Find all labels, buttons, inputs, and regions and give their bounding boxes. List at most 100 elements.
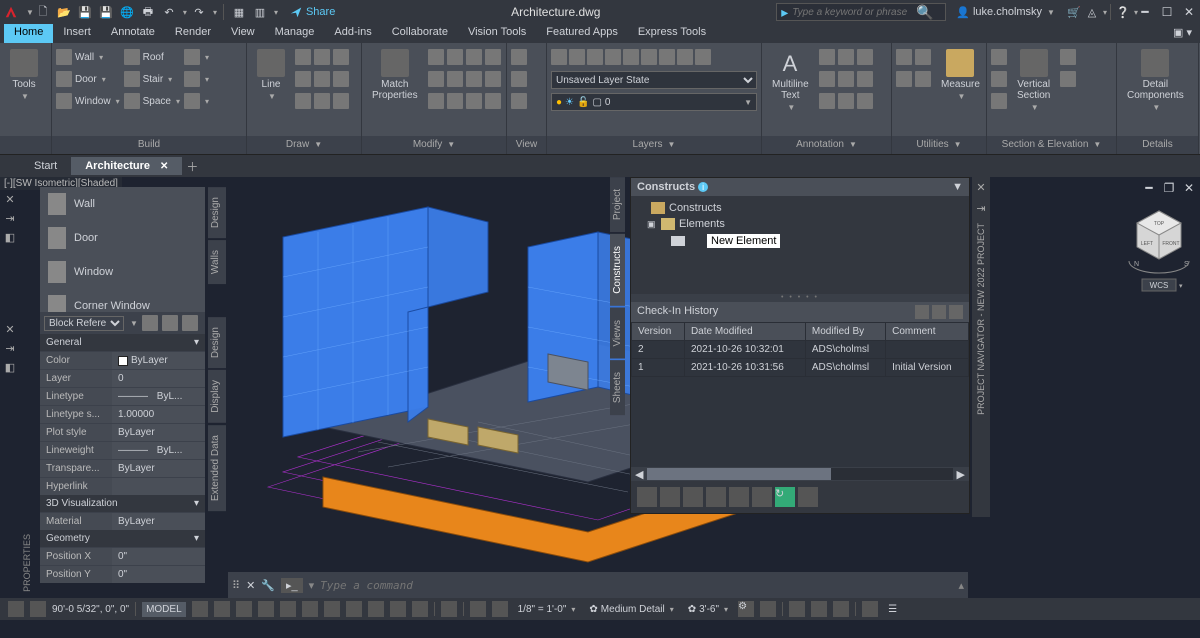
panel-label-section[interactable]: Section & Elevation▼ (987, 136, 1116, 154)
wall-button[interactable]: Wall▾ (56, 47, 120, 67)
prop-linetype[interactable]: Linetype——— ByL... (40, 387, 205, 405)
share-button[interactable]: Share (290, 6, 335, 18)
prop-ltscale[interactable]: Linetype s...1.00000 (40, 405, 205, 423)
sb-ann1-icon[interactable] (470, 601, 486, 617)
tree-elements[interactable]: ▣Elements (637, 216, 963, 232)
close-button[interactable]: ✕ (1182, 5, 1196, 19)
sb-iso-icon[interactable] (280, 601, 296, 617)
qat-extra2-icon[interactable]: ▥ (251, 3, 269, 21)
save-icon[interactable]: 💾 (76, 3, 94, 21)
prop-layer[interactable]: Layer0 (40, 369, 205, 387)
prop-hdr-ico1[interactable] (142, 315, 158, 331)
sb-x1-icon[interactable] (789, 601, 805, 617)
modify-r1[interactable] (428, 47, 501, 67)
checkin-ico2[interactable] (932, 305, 946, 319)
hist-scrollbar[interactable]: ◀▶ (631, 467, 969, 481)
prop-posx[interactable]: Position X0" (40, 547, 205, 565)
sb-scale1[interactable]: 1/8" = 1'-0"▾ (514, 602, 580, 617)
tab-annotate[interactable]: Annotate (101, 24, 165, 43)
sb-model-button[interactable]: MODEL (142, 602, 186, 617)
panel-label-draw[interactable]: Draw▼ (247, 136, 361, 154)
search-box[interactable]: ▸ 🔍 (776, 3, 946, 21)
panel-label-build[interactable]: Build (52, 136, 246, 154)
navrail-pin-icon[interactable]: ⇥ (976, 202, 985, 215)
nav-foot-2[interactable] (660, 487, 680, 507)
prop-section-general[interactable]: General▾ (40, 334, 205, 351)
prop-close-icon[interactable]: ✕ (5, 323, 14, 336)
sec-r3[interactable] (991, 91, 1007, 111)
draw-r1[interactable] (295, 47, 349, 67)
tools-button[interactable]: Tools▼ (4, 47, 44, 103)
prop-posy[interactable]: Position Y0" (40, 565, 205, 583)
nav-foot-5[interactable] (729, 487, 749, 507)
user-menu[interactable]: 👤 luke.cholmsky ▼ (956, 6, 1055, 19)
panel-label-annotation[interactable]: Annotation▼ (762, 136, 891, 154)
ribbon-expand-icon[interactable]: ▣ ▾ (1165, 24, 1200, 43)
layer-ico[interactable] (551, 49, 567, 65)
sec-r2[interactable] (991, 69, 1007, 89)
sb-ortho-icon[interactable] (236, 601, 252, 617)
anno-r2[interactable] (819, 69, 873, 89)
multiline-text-button[interactable]: AMultiline Text▼ (766, 47, 815, 114)
space-button[interactable]: Space▾ (124, 91, 180, 111)
nav-foot-refresh[interactable]: ↻ (775, 487, 795, 507)
sb-custom-icon[interactable]: ☰ (884, 602, 901, 617)
sb-osnap-icon[interactable] (302, 601, 318, 617)
sb-coords[interactable]: 90'-0 5/32", 0", 0" (52, 604, 129, 615)
draw-r3[interactable] (295, 91, 349, 111)
cart-icon[interactable]: 🛒 (1065, 3, 1083, 21)
col-version[interactable]: Version (632, 323, 685, 341)
panel-label-layers[interactable]: Layers▼ (547, 136, 761, 154)
tab-design-2[interactable]: Design (208, 317, 226, 368)
col-date[interactable]: Date Modified (684, 323, 805, 341)
search-input[interactable] (792, 7, 912, 18)
cmd-close-icon[interactable]: ✕ (246, 579, 255, 592)
tab-featuredapps[interactable]: Featured Apps (536, 24, 628, 43)
prop-hdr-ico3[interactable] (182, 315, 198, 331)
match-properties-button[interactable]: Match Properties (366, 47, 424, 103)
view-r3[interactable] (511, 91, 527, 111)
tab-collaborate[interactable]: Collaborate (382, 24, 458, 43)
navrail-close-icon[interactable]: ✕ (976, 181, 985, 194)
palette-window[interactable]: Window (40, 255, 205, 289)
anno-r3[interactable] (819, 91, 873, 111)
sb-monitor-icon[interactable] (760, 601, 776, 617)
door-button[interactable]: Door▾ (56, 69, 120, 89)
tab-project[interactable]: Project (610, 177, 625, 232)
tab-visiontools[interactable]: Vision Tools (458, 24, 536, 43)
sb-trans-icon[interactable] (412, 601, 428, 617)
sb-x2-icon[interactable] (811, 601, 827, 617)
tab-display[interactable]: Display (208, 370, 226, 423)
build-extra1[interactable]: ▾ (184, 47, 209, 67)
util-r1[interactable] (896, 47, 931, 67)
prop-selector[interactable]: Block Refere... (44, 316, 124, 331)
sb-layout-icon[interactable] (8, 601, 24, 617)
nav-foot-4[interactable] (706, 487, 726, 507)
anno-r1[interactable] (819, 47, 873, 67)
tab-constructs[interactable]: Constructs (610, 234, 625, 306)
tree-constructs[interactable]: Constructs (637, 200, 963, 216)
sb-polar-icon[interactable] (258, 601, 274, 617)
measure-button[interactable]: Measure▼ (935, 47, 986, 103)
sb-lw-icon[interactable] (390, 601, 406, 617)
vertical-section-button[interactable]: Vertical Section▼ (1011, 47, 1056, 114)
panel-label-details[interactable]: Details (1117, 136, 1198, 154)
nav-foot-6[interactable] (752, 487, 772, 507)
tab-insert[interactable]: Insert (53, 24, 101, 43)
cmd-grip-icon[interactable]: ⠿ (232, 579, 240, 592)
sb-layout2-icon[interactable] (30, 601, 46, 617)
tree-new-element[interactable]: New Element (637, 232, 963, 250)
sb-otrack-icon[interactable] (346, 601, 362, 617)
cmd-wrench-icon[interactable]: 🔧 (261, 579, 275, 592)
tab-render[interactable]: Render (165, 24, 221, 43)
sec-x1[interactable] (1060, 47, 1076, 67)
splitter[interactable]: • • • • • (631, 294, 969, 302)
panel-label-view[interactable]: View (507, 136, 546, 154)
col-comment[interactable]: Comment (886, 323, 969, 341)
sb-detail[interactable]: ✿ Medium Detail▾ (585, 602, 677, 617)
minimize-button[interactable]: ━ (1138, 5, 1152, 19)
palette-dock-icon[interactable]: ◧ (5, 231, 15, 244)
prop-hdr-ico2[interactable] (162, 315, 178, 331)
layer-state-dropdown[interactable]: Unsaved Layer State (551, 71, 757, 89)
close-tab-icon[interactable]: ✕ (160, 161, 168, 172)
